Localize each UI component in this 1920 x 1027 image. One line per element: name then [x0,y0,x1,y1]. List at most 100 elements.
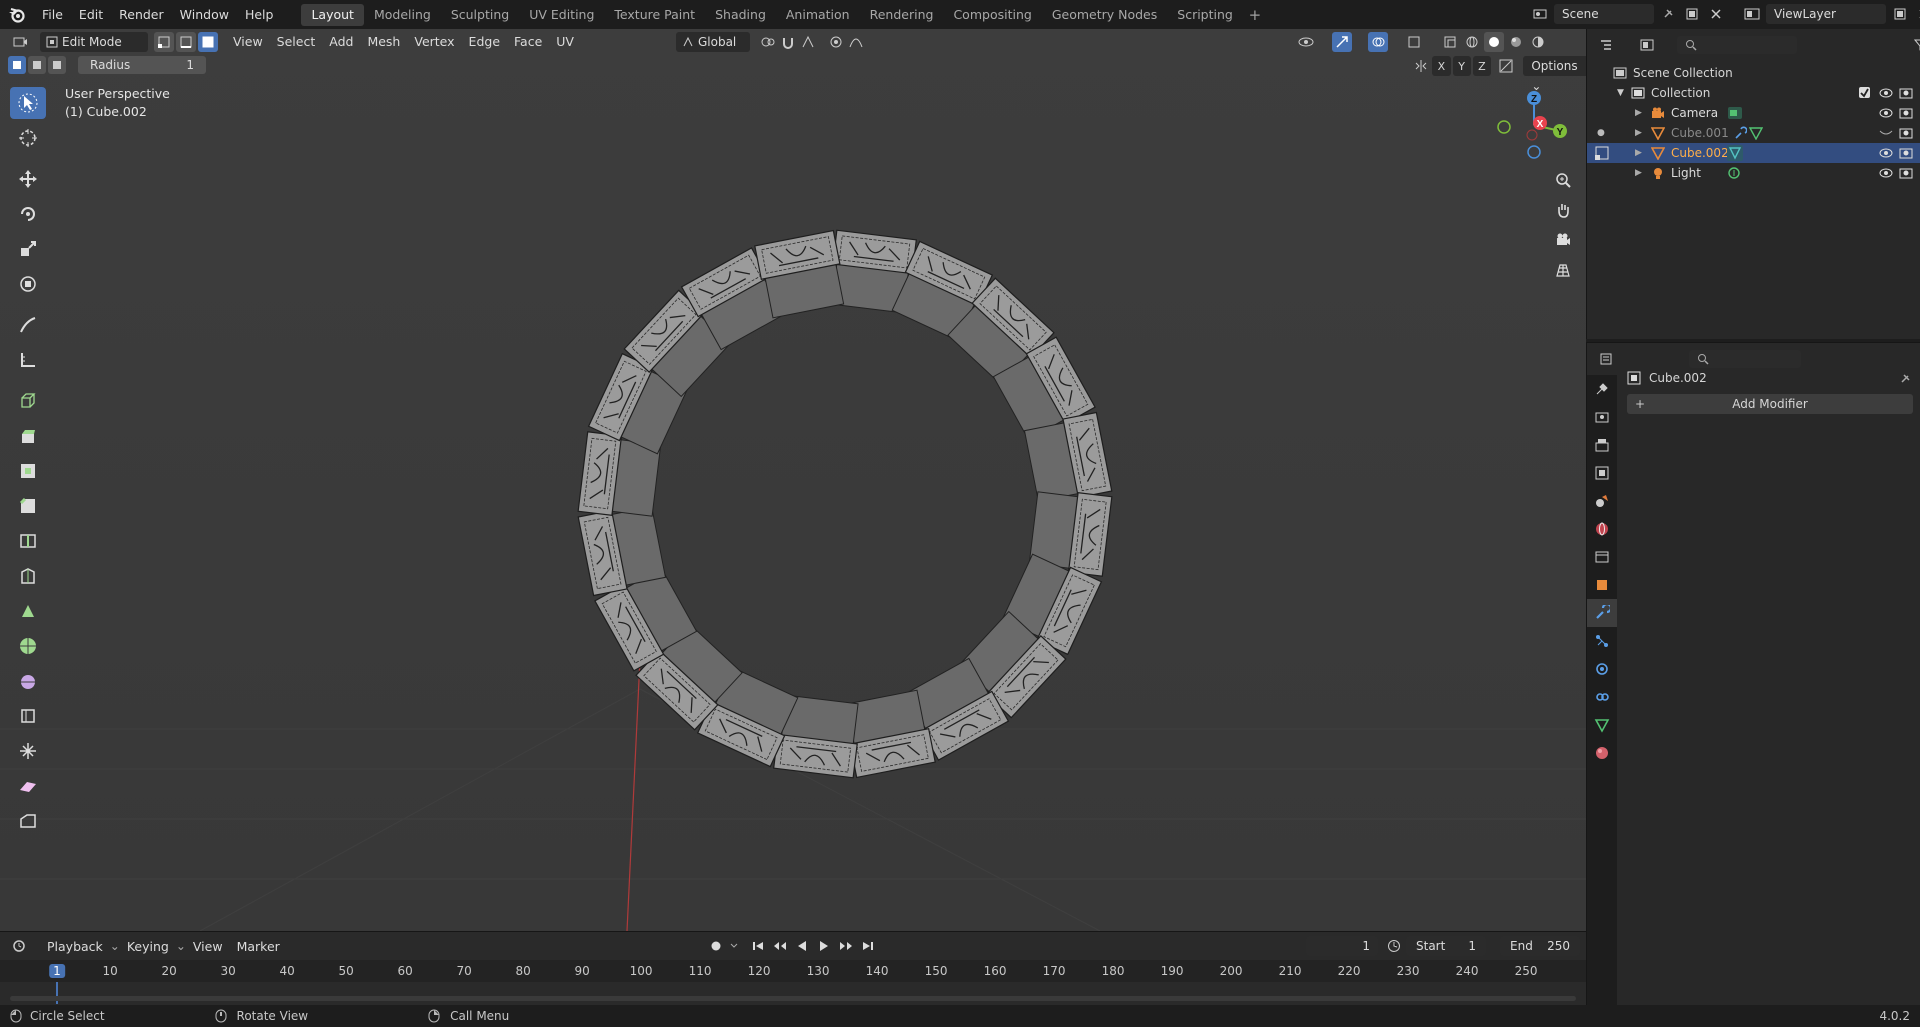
falloff-icon[interactable] [846,32,866,52]
blender-logo-icon[interactable] [0,0,34,29]
cursor-tool[interactable] [10,122,46,154]
extrude-tool[interactable] [10,420,46,452]
transform-tool[interactable] [10,268,46,300]
render-camera-icon[interactable] [1899,147,1913,159]
render-camera-icon[interactable] [1899,127,1913,139]
viewport-menu-vertex[interactable]: Vertex [407,32,461,52]
proportional-edit-icon[interactable] [826,32,846,52]
timeline-menu-marker[interactable]: Marker [230,939,287,954]
edge-select-icon[interactable] [176,32,196,52]
collection-eye-icon[interactable] [1879,87,1893,99]
add-modifier-button[interactable]: + Add Modifier [1627,394,1913,414]
snap-target-icon[interactable] [798,32,818,52]
workspace-tab-texture-paint[interactable]: Texture Paint [604,4,705,26]
timeline-menu-view[interactable]: View [186,939,230,954]
viewport-menu-uv[interactable]: UV [549,32,581,52]
render-camera-icon[interactable] [1899,167,1913,179]
workspace-tab-modeling[interactable]: Modeling [364,4,441,26]
loop-cut-tool[interactable] [10,525,46,557]
remove-scene-icon[interactable] [1706,4,1726,24]
eye-icon[interactable] [1879,147,1893,159]
snap-icon[interactable] [778,32,798,52]
output-tab-icon[interactable] [1587,431,1617,459]
select-extend-icon[interactable] [28,56,46,74]
workspace-tab-sculpting[interactable]: Sculpting [441,4,519,26]
poly-build-tool[interactable] [10,595,46,627]
options-dropdown[interactable]: Options ⌄ [1523,56,1586,93]
outliner-item-camera[interactable]: ▶ Camera [1587,103,1920,123]
collection-checkbox-icon[interactable] [1859,87,1871,99]
tool-tab-icon[interactable] [1587,375,1617,403]
viewport-menu-add[interactable]: Add [322,32,360,52]
outliner-editor-type-icon[interactable] [1597,35,1617,55]
remove-view-layer-icon[interactable] [1914,4,1920,24]
constraints-tab-icon[interactable] [1587,683,1617,711]
mesh-data-icon[interactable] [1749,126,1763,140]
view-layer-tab-icon[interactable] [1587,459,1617,487]
scene-tab-icon[interactable] [1587,487,1617,515]
data-tab-icon[interactable] [1587,711,1617,739]
render-tab-icon[interactable] [1587,403,1617,431]
collection-tab-icon[interactable] [1587,543,1617,571]
view-layer-icon[interactable] [1742,4,1762,24]
rip-region-tool[interactable] [10,805,46,837]
properties-editor-type-icon[interactable] [1597,349,1617,369]
new-view-layer-icon[interactable] [1890,4,1910,24]
properties-search-field[interactable] [1689,350,1801,368]
collection-render-icon[interactable] [1899,87,1913,99]
particles-tab-icon[interactable] [1587,627,1617,655]
collection-expand-icon[interactable]: ▼ [1617,88,1629,98]
physics-tab-icon[interactable] [1587,655,1617,683]
radius-field[interactable]: Radius 1 [78,56,206,74]
overlay-toggle-icon[interactable] [1368,32,1388,52]
play-reverse-icon[interactable] [792,936,812,956]
start-frame-field[interactable]: Start 1 [1406,936,1486,956]
knife-tool[interactable] [10,560,46,592]
eye-icon[interactable] [1879,167,1893,179]
menu-edit[interactable]: Edit [71,4,111,26]
spin-tool[interactable] [10,630,46,662]
workspace-tab-geometry-nodes[interactable]: Geometry Nodes [1042,4,1167,26]
bevel-tool[interactable] [10,490,46,522]
scene-name-field[interactable]: Scene [1554,4,1654,24]
jump-start-icon[interactable] [748,936,768,956]
modifier-tab-icon[interactable] [1587,599,1617,627]
mesh-options-icon[interactable] [1497,56,1515,76]
measure-tool[interactable] [10,344,46,376]
pan-hand-icon[interactable] [1550,197,1576,223]
view-layer-field[interactable]: ViewLayer [1766,4,1886,24]
prev-keyframe-icon[interactable] [770,936,790,956]
timeline-menu-keying[interactable]: Keying [120,939,176,954]
camera-data-icon[interactable] [1727,106,1743,120]
edit-mode-dot-icon[interactable]: ● [1597,128,1605,138]
visibility-icon[interactable] [1296,32,1316,52]
workspace-tab-rendering[interactable]: Rendering [860,4,944,26]
camera-view-icon[interactable] [1550,227,1576,253]
viewport-menu-mesh[interactable]: Mesh [360,32,407,52]
gizmo-toggle-icon[interactable] [1332,32,1352,52]
frame-ruler[interactable]: 1 10 20 30 40 50 60 70 80 90 100 110 120 130 140 150 160… [40,962,1580,982]
light-data-icon[interactable] [1727,166,1741,180]
world-tab-icon[interactable] [1587,515,1617,543]
select-circle-tool[interactable] [10,87,46,119]
menu-render[interactable]: Render [111,4,172,26]
workspace-tab-scripting[interactable]: Scripting [1167,4,1243,26]
jump-end-icon[interactable] [858,936,878,956]
timeline-menu-playback[interactable]: Playback [40,939,110,954]
outliner-collection[interactable]: ▼ Collection [1587,83,1920,103]
move-tool[interactable] [10,163,46,195]
outliner-item-cube-002[interactable]: ▶ Cube.002 [1587,143,1920,163]
edit-mode-toggle-icon[interactable] [1595,146,1609,160]
new-scene-icon[interactable] [1682,4,1702,24]
object-tab-icon[interactable] [1587,571,1617,599]
select-new-icon[interactable] [8,56,26,74]
expand-arrow-icon[interactable]: ▶ [1635,128,1647,138]
add-cube-tool[interactable] [10,385,46,417]
render-camera-icon[interactable] [1899,107,1913,119]
rotate-tool[interactable] [10,198,46,230]
mirror-icon[interactable] [1412,56,1430,76]
material-shading-icon[interactable] [1506,32,1526,52]
outliner-item-cube-001[interactable]: ● ▶ Cube.001 [1587,123,1920,143]
end-frame-field[interactable]: End 250 [1500,936,1580,956]
viewport-menu-edge[interactable]: Edge [462,32,507,52]
